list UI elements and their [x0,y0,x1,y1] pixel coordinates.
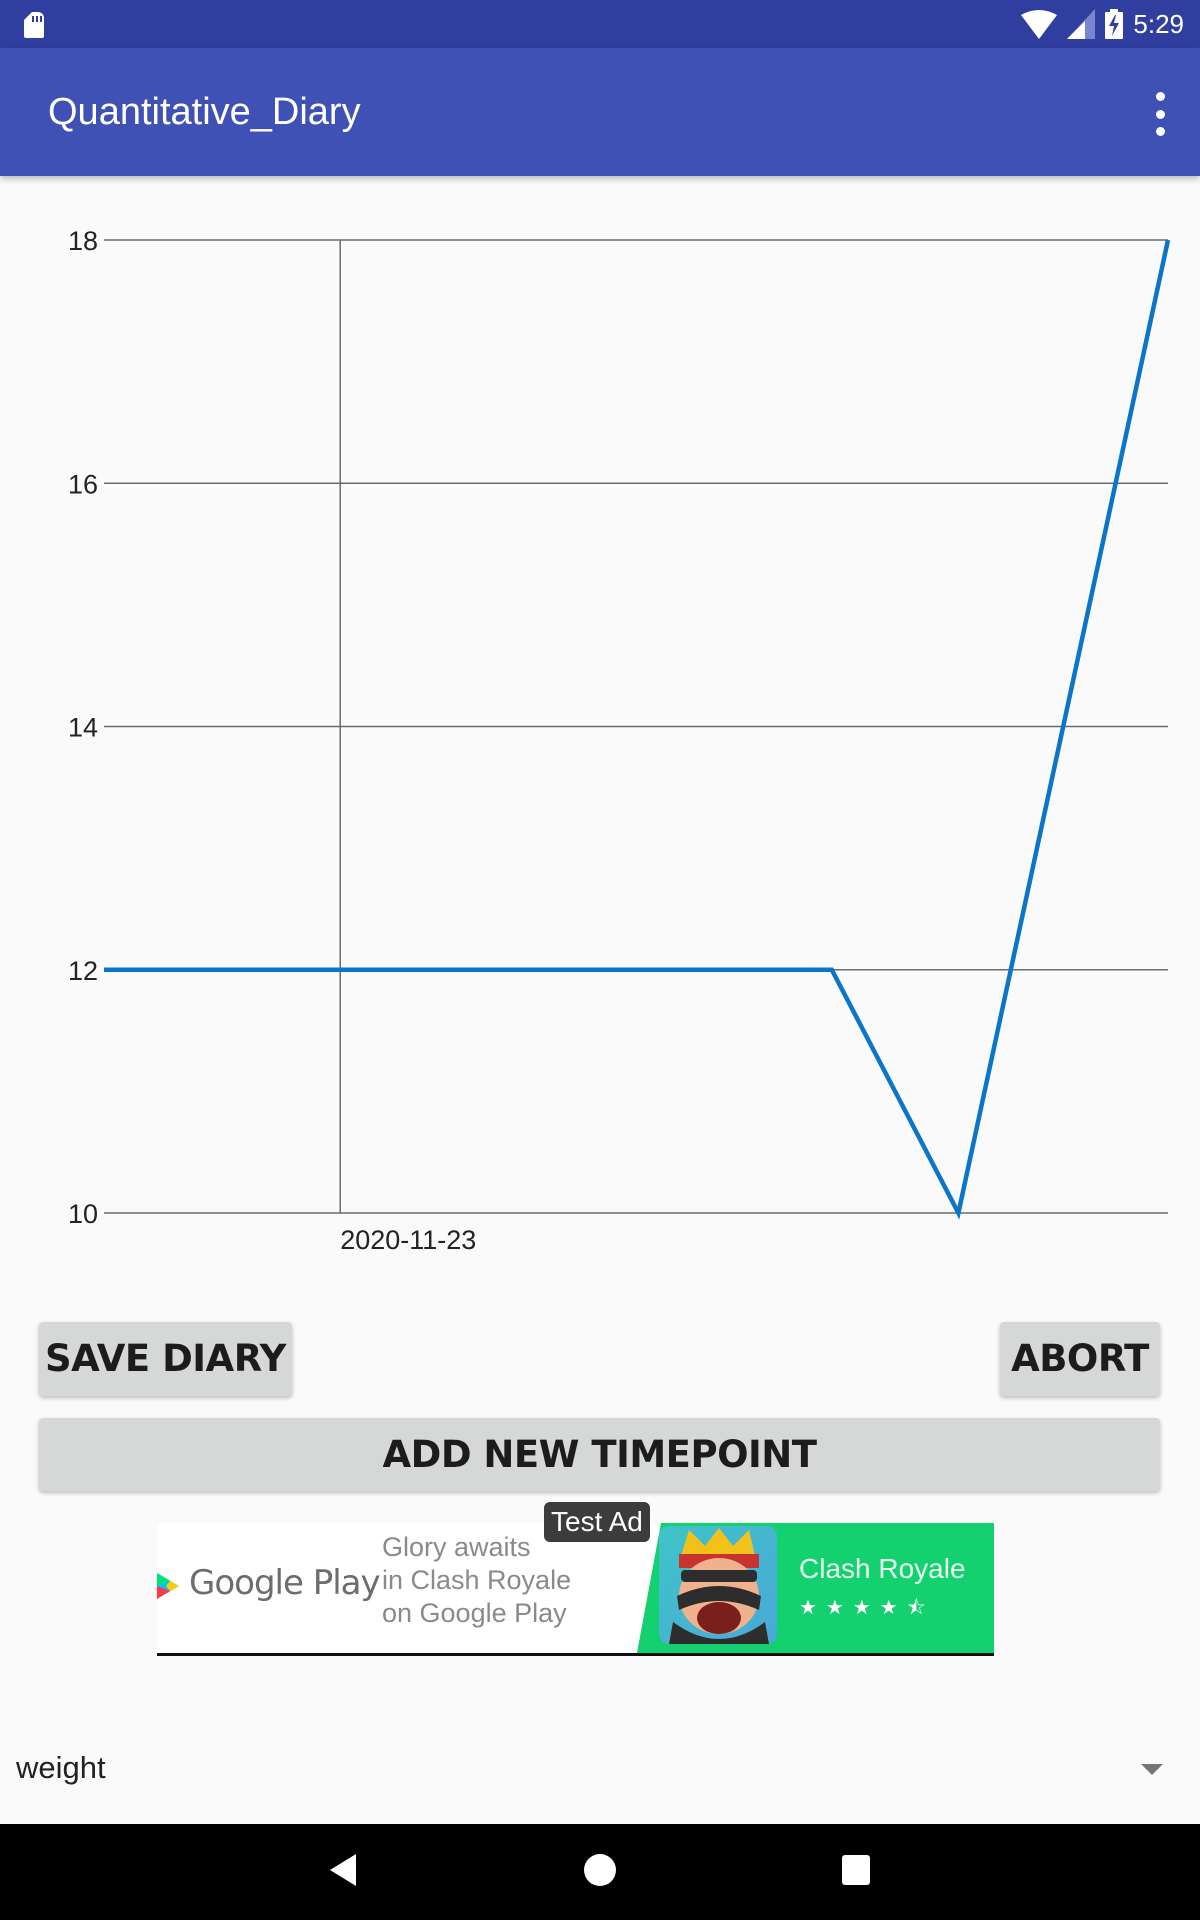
ad-rating-stars: ★★★★⯪ [799,1597,935,1619]
line-chart: 10 12 14 16 18 2020-11-23 [0,176,1200,1256]
save-diary-button[interactable]: SAVE DIARY [39,1322,292,1396]
google-play-logo-icon [157,1573,179,1599]
chart-svg: 10 12 14 16 18 2020-11-23 [68,226,1171,1255]
app-title: Quantitative_Diary [48,91,361,133]
y-tick-label: 16 [68,469,98,499]
ad-tagline: Glory awaits in Clash Royale on Google P… [382,1531,571,1630]
wifi-icon [1021,10,1058,39]
y-tick-label: 18 [68,226,98,256]
metric-spinner[interactable]: weight [0,1730,1200,1810]
y-tick-label: 10 [68,1199,98,1229]
ad-tagline-line: Glory awaits [382,1532,531,1562]
abort-button[interactable]: ABORT [1000,1322,1160,1396]
ad-banner[interactable]: Google Play Glory awaits in Clash Royale… [157,1523,994,1656]
clock: 5:29 [1133,8,1184,39]
ad-tagline-line: in Clash Royale [382,1565,572,1595]
y-tick-label: 14 [68,713,98,743]
ad-brand: Google Play [189,1563,381,1603]
dropdown-arrow-icon [1141,1764,1163,1775]
app-bar: Quantitative_Diary [0,48,1200,176]
navigation-bar [0,1824,1200,1920]
back-icon[interactable] [330,1854,356,1886]
test-ad-badge: Test Ad [544,1502,650,1542]
home-icon[interactable] [584,1854,616,1886]
x-tick-label: 2020-11-23 [340,1225,476,1255]
add-new-timepoint-button[interactable]: ADD NEW TIMEPOINT [39,1418,1160,1491]
sd-card-icon [24,12,44,38]
status-bar: 5:29 [0,0,1200,48]
recents-icon[interactable] [842,1855,870,1885]
more-vert-icon[interactable] [1150,92,1170,136]
battery-charging-icon [1105,9,1124,39]
spinner-selected-value: weight [16,1750,106,1785]
y-tick-label: 12 [68,956,98,986]
cell-signal-icon [1067,9,1096,39]
ad-tagline-line: on Google Play [382,1598,567,1628]
clash-royale-app-icon [659,1526,777,1644]
ad-app-name: Clash Royale [799,1553,966,1584]
